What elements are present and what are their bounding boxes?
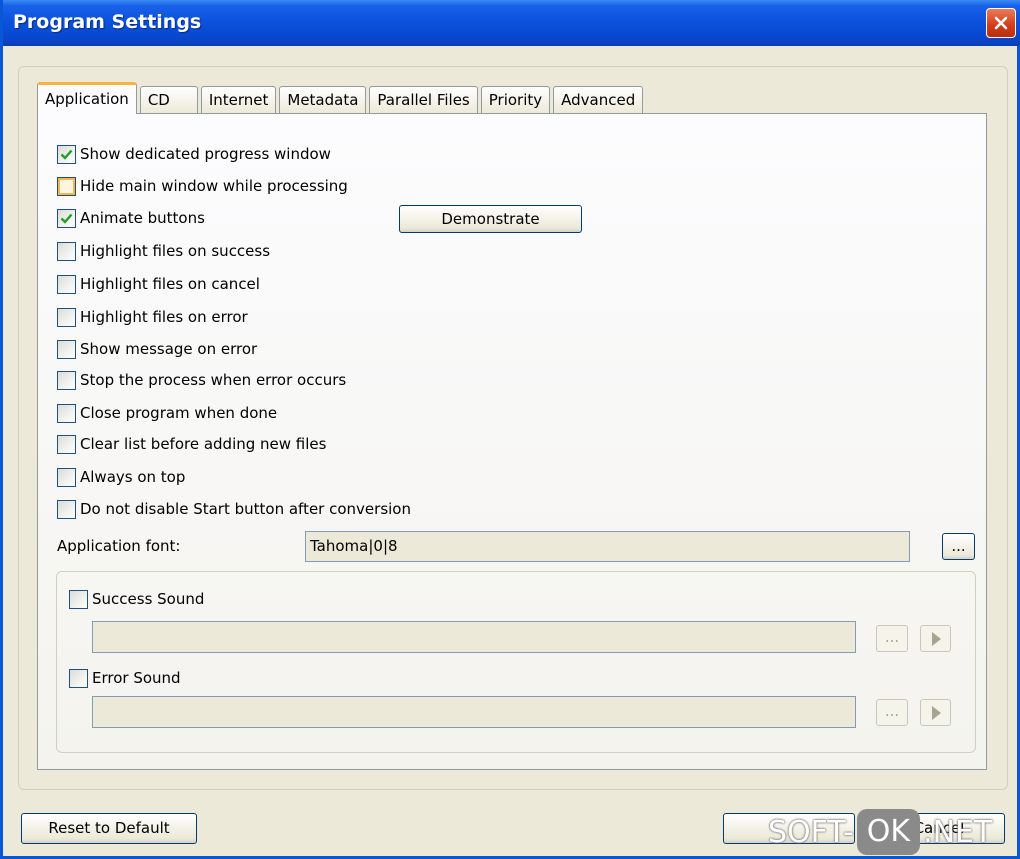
- tab-cd[interactable]: CD: [139, 86, 198, 114]
- tab-priority[interactable]: Priority: [480, 86, 551, 114]
- option-always-on-top[interactable]: Always on top: [57, 466, 185, 488]
- window-title: Program Settings: [13, 11, 202, 33]
- checkbox[interactable]: [57, 339, 76, 359]
- option-highlight-cancel[interactable]: Highlight files on cancel: [57, 273, 260, 295]
- tab-parallel-files[interactable]: Parallel Files: [369, 86, 478, 114]
- option-show-progress-window[interactable]: Show dedicated progress window: [57, 143, 331, 165]
- close-button[interactable]: [986, 8, 1016, 38]
- option-label: Success Sound: [92, 590, 205, 608]
- checkbox[interactable]: [57, 208, 76, 228]
- checkbox[interactable]: [57, 241, 76, 261]
- checkbox[interactable]: [57, 434, 76, 454]
- option-clear-list[interactable]: Clear list before adding new files: [57, 433, 326, 455]
- option-error-sound[interactable]: Error Sound: [69, 667, 181, 689]
- option-label: Hide main window while processing: [80, 177, 348, 195]
- option-label: Clear list before adding new files: [80, 435, 327, 453]
- program-settings-window: Program Settings Application CD Internet…: [0, 0, 1020, 859]
- error-sound-path-field[interactable]: [92, 696, 856, 728]
- option-success-sound[interactable]: Success Sound: [69, 588, 204, 610]
- option-label: Error Sound: [92, 669, 181, 687]
- option-highlight-success[interactable]: Highlight files on success: [57, 240, 270, 262]
- watermark: SOFT- OK .NET: [768, 808, 992, 856]
- checkbox[interactable]: [57, 274, 76, 294]
- option-label: Highlight files on success: [80, 242, 271, 260]
- tab-strip: Application CD Internet Metadata Paralle…: [37, 82, 646, 114]
- reset-to-default-button[interactable]: Reset to Default: [21, 813, 197, 844]
- checkbox[interactable]: [57, 403, 76, 423]
- option-label: Show dedicated progress window: [80, 145, 331, 163]
- success-sound-browse-button[interactable]: ...: [876, 625, 908, 652]
- option-label: Do not disable Start button after conver…: [80, 500, 411, 518]
- checkbox[interactable]: [57, 307, 76, 327]
- option-label: Stop the process when error occurs: [80, 371, 347, 389]
- option-animate-buttons[interactable]: Animate buttons: [57, 207, 205, 229]
- tab-internet[interactable]: Internet: [200, 86, 277, 114]
- close-icon: [994, 16, 1008, 30]
- option-keep-start-enabled[interactable]: Do not disable Start button after conver…: [57, 498, 411, 520]
- checkbox[interactable]: [57, 370, 76, 390]
- play-icon: [931, 632, 941, 646]
- tab-advanced[interactable]: Advanced: [553, 86, 644, 114]
- checkbox[interactable]: [57, 499, 76, 519]
- option-stop-on-error[interactable]: Stop the process when error occurs: [57, 369, 346, 391]
- checkbox[interactable]: [69, 589, 88, 609]
- font-browse-button[interactable]: ...: [942, 533, 975, 560]
- watermark-text: SOFT-: [768, 814, 854, 850]
- option-hide-main-window[interactable]: Hide main window while processing: [57, 175, 348, 197]
- option-message-on-error[interactable]: Show message on error: [57, 338, 257, 360]
- option-label: Animate buttons: [80, 209, 205, 227]
- check-mark-icon: [60, 149, 73, 160]
- option-label: Highlight files on cancel: [80, 275, 260, 293]
- check-mark-icon: [60, 213, 73, 224]
- checkbox[interactable]: [57, 467, 76, 487]
- play-icon: [931, 706, 941, 720]
- tab-application[interactable]: Application: [37, 82, 137, 114]
- demonstrate-button[interactable]: Demonstrate: [399, 205, 582, 233]
- option-label: Highlight files on error: [80, 308, 248, 326]
- success-sound-path-field[interactable]: [92, 621, 856, 653]
- option-label: Close program when done: [80, 404, 278, 422]
- checkbox[interactable]: [57, 176, 76, 196]
- success-sound-play-button[interactable]: [920, 625, 951, 652]
- watermark-badge: OK: [856, 809, 921, 855]
- application-font-label: Application font:: [57, 537, 181, 555]
- watermark-text: .NET: [923, 814, 993, 850]
- error-sound-browse-button[interactable]: ...: [876, 699, 908, 726]
- option-label: Always on top: [80, 468, 186, 486]
- application-font-field[interactable]: Tahoma|0|8: [305, 531, 910, 562]
- option-close-when-done[interactable]: Close program when done: [57, 402, 277, 424]
- error-sound-play-button[interactable]: [920, 699, 951, 726]
- option-highlight-error[interactable]: Highlight files on error: [57, 306, 248, 328]
- checkbox[interactable]: [69, 668, 88, 688]
- title-bar[interactable]: Program Settings: [3, 0, 1020, 46]
- option-label: Show message on error: [80, 340, 258, 358]
- tab-metadata[interactable]: Metadata: [279, 86, 367, 114]
- checkbox[interactable]: [57, 144, 76, 164]
